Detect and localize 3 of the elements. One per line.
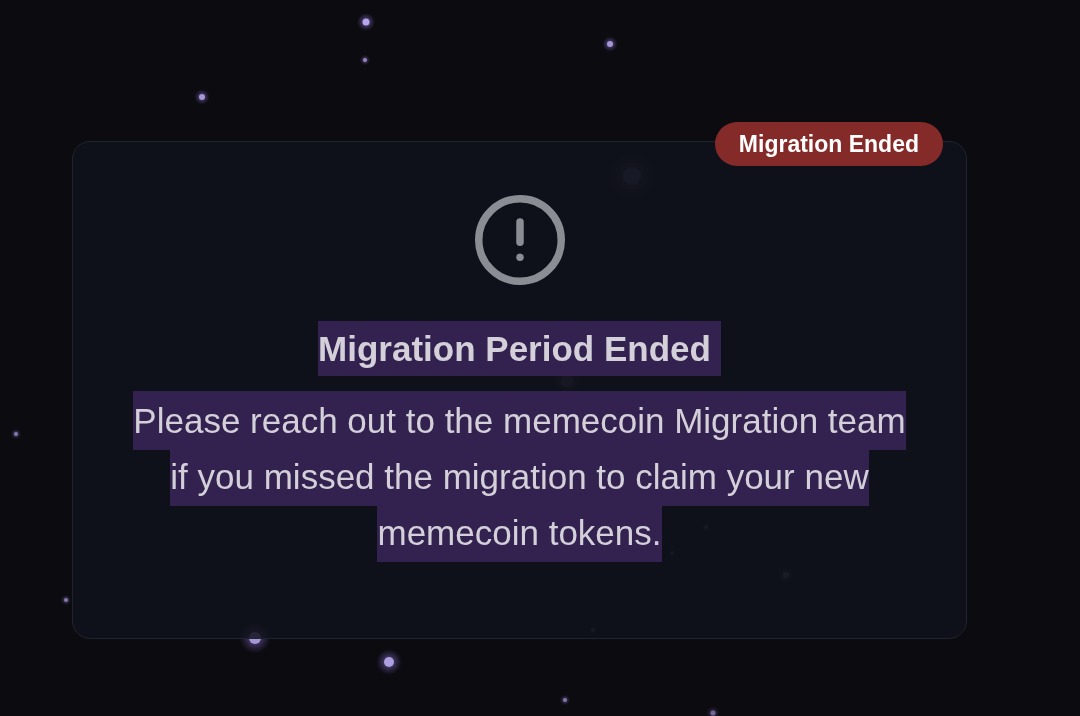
warning-icon <box>474 195 565 285</box>
notice-title: Migration Period Ended <box>318 321 721 376</box>
status-badge: Migration Ended <box>714 122 943 166</box>
